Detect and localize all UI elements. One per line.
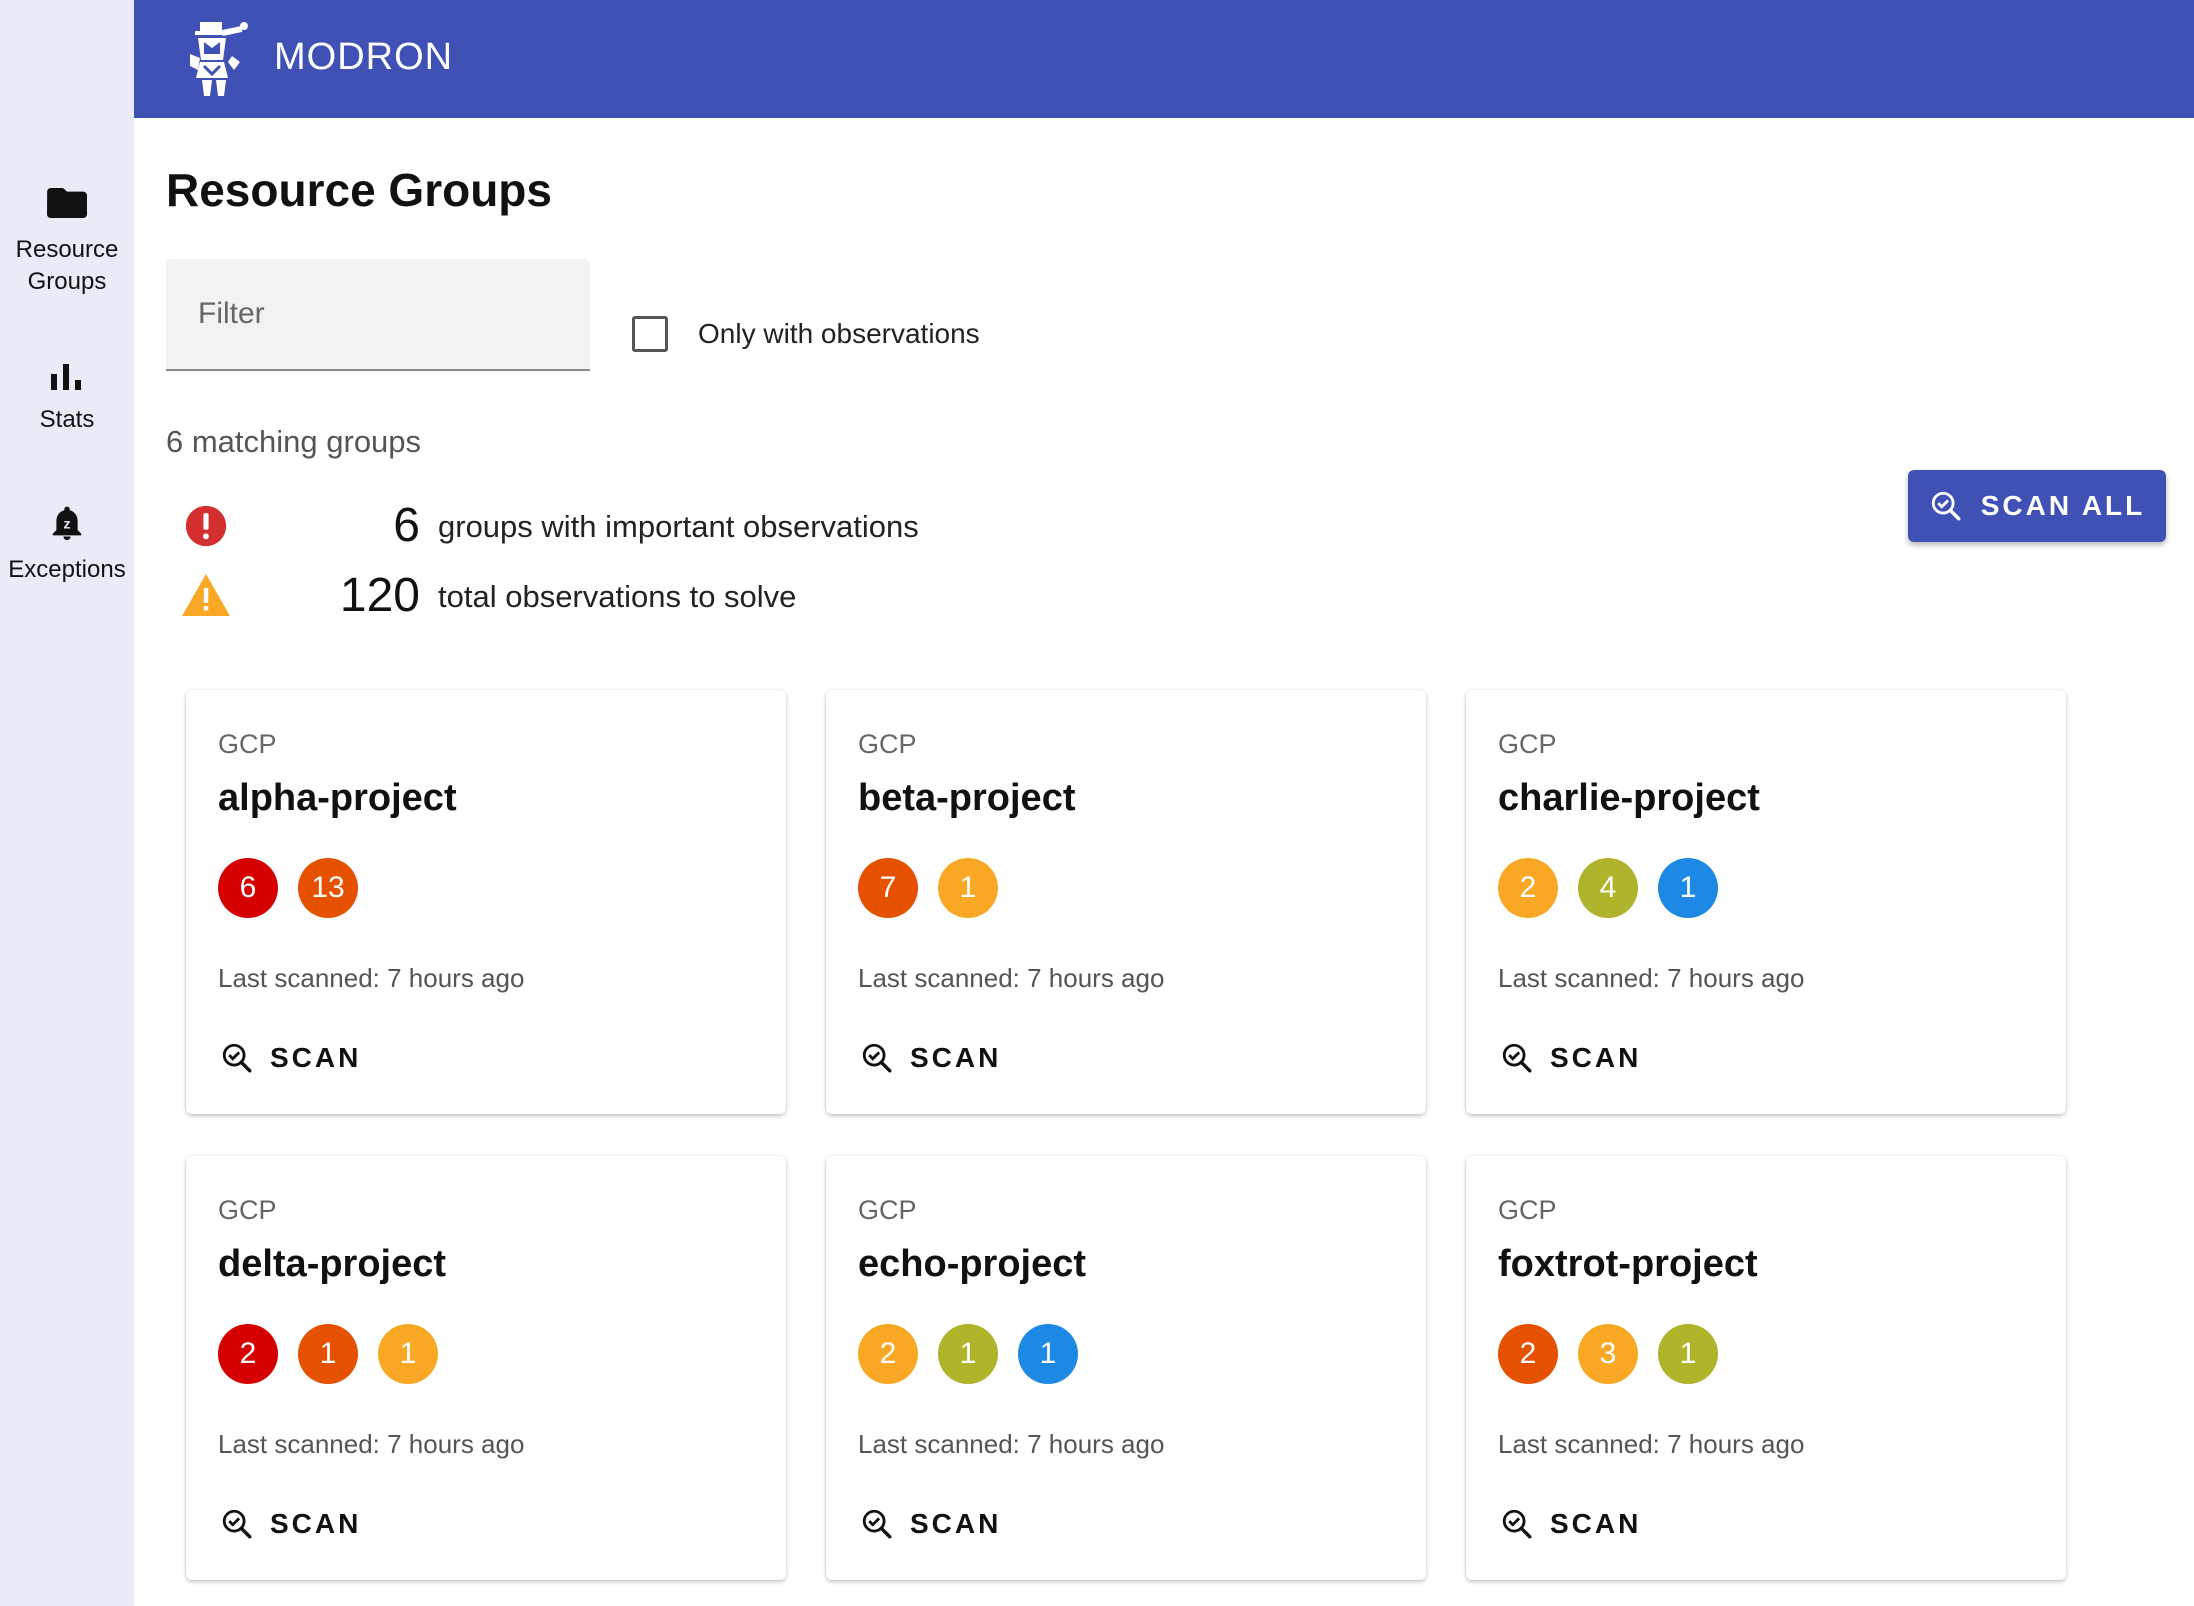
observation-count-badge: 1 xyxy=(1658,858,1718,918)
scan-icon xyxy=(862,1043,892,1073)
observation-count-badge: 3 xyxy=(1578,1324,1638,1384)
sidebar-item-label: Resource Groups xyxy=(15,236,119,295)
scan-button-label: SCAN xyxy=(910,1508,1002,1539)
resource-group-card[interactable]: GCP alpha-project 6 13 Last scanned: 7 h… xyxy=(186,690,786,1114)
observation-badges: 6 13 xyxy=(218,858,358,918)
project-name: echo-project xyxy=(858,1243,1087,1285)
app-bar: MODRON xyxy=(134,0,2194,118)
last-scanned-text: Last scanned: 7 hours ago xyxy=(1498,1429,1805,1459)
observation-count-badge: 2 xyxy=(858,1324,918,1384)
cloud-provider: GCP xyxy=(1498,729,1557,759)
observation-count-badge: 2 xyxy=(1498,1324,1558,1384)
project-name: delta-project xyxy=(218,1243,447,1285)
scan-icon xyxy=(222,1509,252,1539)
observation-badges: 2 3 1 xyxy=(1498,1324,1718,1384)
scan-button-label: SCAN xyxy=(1550,1042,1642,1073)
observation-count-badge: 2 xyxy=(218,1324,278,1384)
observation-badges: 2 4 1 xyxy=(1498,858,1718,918)
last-scanned-text: Last scanned: 7 hours ago xyxy=(1498,963,1805,993)
observation-badges: 2 1 1 xyxy=(858,1324,1078,1384)
sidebar-item-exceptions[interactable]: z Exceptions xyxy=(0,506,134,586)
sidebar-item-stats[interactable]: Stats xyxy=(0,364,134,436)
observation-badges: 2 1 1 xyxy=(218,1324,438,1384)
scan-button-label: SCAN xyxy=(270,1042,362,1073)
observation-count-badge: 13 xyxy=(298,858,358,918)
folder-icon xyxy=(47,188,87,218)
cloud-provider: GCP xyxy=(218,729,277,759)
sidebar-item-label: Exceptions xyxy=(8,556,126,583)
last-scanned-text: Last scanned: 7 hours ago xyxy=(218,963,525,993)
observation-count-badge: 1 xyxy=(938,1324,998,1384)
total-observations-count: 120 xyxy=(339,569,420,622)
scan-button[interactable]: SCAN xyxy=(842,1492,1019,1556)
cloud-provider: GCP xyxy=(858,1195,917,1225)
observation-count-badge: 1 xyxy=(298,1324,358,1384)
project-name: alpha-project xyxy=(218,777,457,819)
observation-count-badge: 1 xyxy=(378,1324,438,1384)
scan-button[interactable]: SCAN xyxy=(202,1492,379,1556)
observation-count-badge: 7 xyxy=(858,858,918,918)
scan-icon xyxy=(1502,1509,1532,1539)
scan-icon xyxy=(1502,1043,1532,1073)
svg-text:z: z xyxy=(63,517,70,533)
observation-count-badge: 6 xyxy=(218,858,278,918)
project-name: beta-project xyxy=(858,777,1076,819)
app-title: MODRON xyxy=(274,36,454,78)
filter-input[interactable] xyxy=(166,259,590,369)
observation-count-badge: 4 xyxy=(1578,858,1638,918)
observation-count-badge: 2 xyxy=(1498,858,1558,918)
scan-button-label: SCAN xyxy=(270,1508,362,1539)
modron-logo-icon xyxy=(190,22,248,96)
scan-icon xyxy=(1931,491,1961,521)
observation-count-badge: 1 xyxy=(938,858,998,918)
total-observations-label: total observations to solve xyxy=(438,579,797,614)
last-scanned-text: Last scanned: 7 hours ago xyxy=(858,1429,1165,1459)
resource-group-card[interactable]: GCP echo-project 2 1 1 Last scanned: 7 h… xyxy=(826,1156,1426,1580)
resource-group-card[interactable]: GCP beta-project 7 1 Last scanned: 7 hou… xyxy=(826,690,1426,1114)
important-groups-label: groups with important observations xyxy=(438,509,919,544)
matching-groups-count: 6 matching groups xyxy=(166,424,422,459)
scan-all-button[interactable]: SCAN ALL xyxy=(1908,470,2166,542)
scan-button[interactable]: SCAN xyxy=(1482,1492,1659,1556)
resource-group-card[interactable]: GCP delta-project 2 1 1 Last scanned: 7 … xyxy=(186,1156,786,1580)
notification-bell-icon: z xyxy=(52,506,82,540)
scan-icon xyxy=(862,1509,892,1539)
cloud-provider: GCP xyxy=(218,1195,277,1225)
last-scanned-text: Last scanned: 7 hours ago xyxy=(218,1429,525,1459)
only-with-observations-label: Only with observations xyxy=(698,318,980,349)
cloud-provider: GCP xyxy=(858,729,917,759)
scan-button-label: SCAN xyxy=(1550,1508,1642,1539)
scan-icon xyxy=(222,1043,252,1073)
page-title: Resource Groups xyxy=(166,164,552,216)
filter-field[interactable] xyxy=(166,259,590,371)
cloud-provider: GCP xyxy=(1498,1195,1557,1225)
observation-count-badge: 1 xyxy=(1658,1324,1718,1384)
important-groups-count: 6 xyxy=(393,499,420,552)
scan-button[interactable]: SCAN xyxy=(842,1026,1019,1090)
scan-button[interactable]: SCAN xyxy=(1482,1026,1659,1090)
bar-chart-icon xyxy=(51,364,81,390)
observation-count-badge: 1 xyxy=(1018,1324,1078,1384)
resource-group-card[interactable]: GCP charlie-project 2 4 1 Last scanned: … xyxy=(1466,690,2066,1114)
project-name: foxtrot-project xyxy=(1498,1243,1758,1285)
observation-badges: 7 1 xyxy=(858,858,998,918)
sidebar: Resource Groups Stats z Exceptions xyxy=(0,0,134,1606)
project-name: charlie-project xyxy=(1498,777,1760,819)
resource-group-card[interactable]: GCP foxtrot-project 2 3 1 Last scanned: … xyxy=(1466,1156,2066,1580)
only-with-observations-checkbox[interactable] xyxy=(632,316,668,352)
sidebar-item-label: Stats xyxy=(39,406,95,433)
last-scanned-text: Last scanned: 7 hours ago xyxy=(858,963,1165,993)
scan-button[interactable]: SCAN xyxy=(202,1026,379,1090)
scan-all-label: SCAN ALL xyxy=(1980,490,2146,521)
scan-button-label: SCAN xyxy=(910,1042,1002,1073)
sidebar-item-resource-groups[interactable]: Resource Groups xyxy=(0,186,134,298)
